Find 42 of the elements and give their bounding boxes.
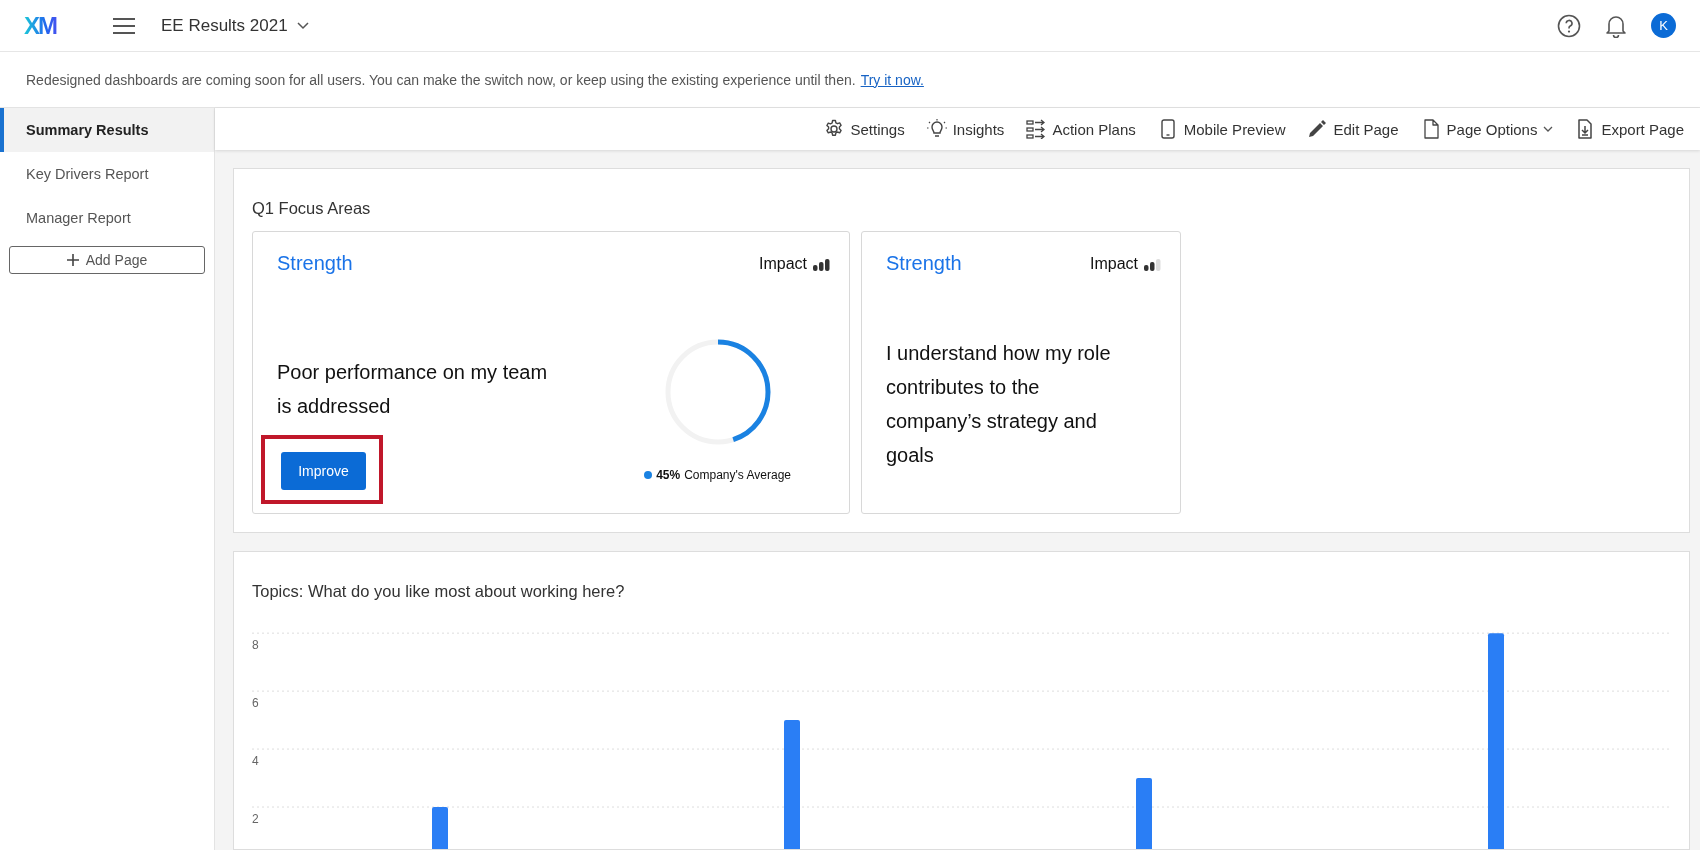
settings-icon: [824, 119, 845, 139]
y-tick-label: 2: [252, 812, 259, 827]
y-tick-label: 6: [252, 696, 259, 711]
banner-text: Redesigned dashboards are coming soon for all users. You can make the switch now, or keep using the existing experience until then.: [26, 71, 856, 88]
bar: [432, 807, 448, 849]
statement-text: I understand how my role contributes to the company’s strategy and goals: [886, 341, 1112, 468]
help-icon[interactable]: [1557, 13, 1581, 38]
card-heading: Strength: [886, 252, 962, 275]
sidebar-item[interactable]: Manager Report: [0, 196, 214, 240]
try-link[interactable]: Try it now.: [860, 71, 924, 88]
add-page-button[interactable]: Add Page: [9, 246, 205, 274]
bar: [1136, 778, 1152, 849]
card-heading: Strength: [277, 252, 353, 275]
plus-icon: [66, 254, 79, 266]
y-tick-label: 4: [252, 754, 259, 769]
toolbar-button[interactable]: Insights: [926, 119, 1005, 139]
chart-title: Topics: What do you like most about working here?: [252, 582, 626, 601]
sidebar-item[interactable]: Summary Results: [0, 108, 214, 152]
toolbar-button[interactable]: Page Options: [1420, 119, 1554, 139]
gauge-value: 45%: [656, 468, 681, 482]
pencil-icon: [1307, 119, 1328, 139]
statement-text: Poor performance on my team is addressed: [277, 360, 549, 419]
toolbar-button[interactable]: Mobile Preview: [1157, 119, 1286, 139]
panel-title: Q1 Focus Areas: [252, 199, 372, 218]
impact-label: Impact: [1090, 254, 1138, 273]
gauge-caption: Company's Average: [684, 468, 791, 482]
menu-icon[interactable]: [113, 17, 135, 34]
toolbar-button[interactable]: Export Page: [1575, 119, 1684, 139]
user-avatar[interactable]: K: [1651, 13, 1676, 38]
y-tick-label: 8: [252, 638, 259, 653]
toolbar-button[interactable]: Edit Page: [1307, 119, 1399, 139]
project-dropdown[interactable]: EE Results 2021: [161, 15, 309, 36]
caret-icon: [1543, 125, 1554, 133]
impact-label: Impact: [759, 254, 807, 273]
caret-icon: [296, 21, 309, 30]
sidebar-item[interactable]: Key Drivers Report: [0, 152, 214, 196]
lightbulb-icon: [926, 119, 947, 139]
improve-button[interactable]: Improve: [281, 452, 366, 490]
bell-icon[interactable]: [1605, 13, 1627, 38]
toolbar-button[interactable]: Settings: [824, 119, 905, 139]
list-arrows-icon: [1026, 119, 1047, 139]
toolbar-button[interactable]: Action Plans: [1026, 119, 1136, 139]
